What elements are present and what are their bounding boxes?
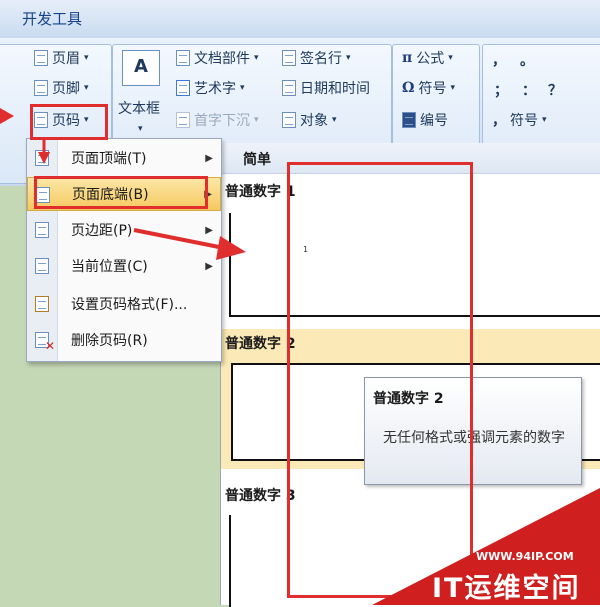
watermark-url: WWW.94IP.COM <box>476 550 574 563</box>
right-arrow-line <box>133 228 225 250</box>
right-arrow-icon <box>216 236 246 260</box>
down-arrow-icon <box>38 152 50 164</box>
watermark-text: IT运维空间 <box>432 573 581 604</box>
left-arrow-icon <box>0 108 14 124</box>
